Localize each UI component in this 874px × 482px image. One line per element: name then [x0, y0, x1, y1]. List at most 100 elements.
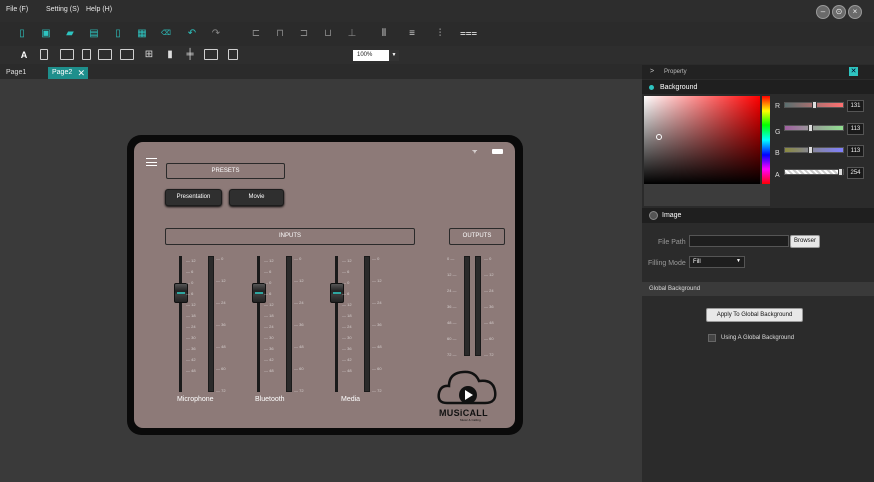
output-tick-label: 12 — [447, 272, 457, 277]
slider-g-value[interactable]: 113 [847, 123, 864, 135]
fader-tick-label: — 6 [186, 291, 194, 296]
slider-g-bar[interactable] [784, 125, 844, 131]
export-icon[interactable]: ▦ [136, 28, 148, 40]
meter-tick-label: — 0 [372, 256, 380, 261]
file-path-input[interactable] [689, 235, 789, 247]
device-icon[interactable]: ▯ [112, 28, 124, 40]
meter-tick-label: — 0 [216, 256, 224, 261]
tab-page1[interactable]: Page1 [2, 67, 30, 79]
color-cursor-icon[interactable] [656, 134, 662, 140]
fader-tick-label: — 24 [186, 324, 196, 329]
inputs-header: INPUTS [165, 228, 415, 245]
open-folder-icon[interactable]: ▰ [64, 28, 76, 40]
fader-tick-label: — 6 [264, 291, 272, 296]
align-bottom-icon[interactable]: ⊔ [322, 28, 334, 40]
slider-b-thumb[interactable] [808, 146, 814, 154]
fader-tick-label: — 42 [342, 357, 352, 362]
fader-tick-label: — 30 [264, 335, 274, 340]
battery-icon [492, 149, 503, 154]
fader-tick-label: — 6 [342, 269, 350, 274]
outputs-header: OUTPUTS [449, 228, 505, 245]
fader-tick-label: — 48 [342, 368, 352, 373]
slider-g-thumb[interactable] [808, 124, 814, 132]
filling-mode-select[interactable]: Fill ▼ [689, 256, 745, 268]
fader-tick-label: — 18 [342, 313, 352, 318]
text-tool-icon[interactable]: A [18, 49, 30, 61]
image-tool-icon[interactable] [82, 49, 91, 60]
preset-presentation-button[interactable]: Presentation [165, 189, 222, 206]
maximize-button[interactable]: ⊙ [832, 5, 846, 19]
slider-a-value[interactable]: 254 [847, 167, 864, 179]
menu-setting[interactable]: Setting (S) [46, 6, 79, 13]
input-tool-icon[interactable] [98, 49, 112, 60]
slider-a-label: A [775, 172, 780, 179]
menu-file[interactable]: File (F) [6, 6, 28, 13]
slider-r-value[interactable]: 131 [847, 100, 864, 112]
align-left-icon[interactable]: ⊏ [250, 28, 262, 40]
same-height-icon[interactable]: ⩶ [460, 28, 477, 40]
background-label: Background [660, 84, 698, 91]
new-file-icon[interactable]: ▯ [16, 28, 28, 40]
apply-global-background-button[interactable]: Apply To Global Background [706, 308, 803, 322]
preset-movie-button[interactable]: Movie [229, 189, 284, 206]
image-radio-icon[interactable] [649, 211, 658, 220]
color-picker-area[interactable] [644, 96, 760, 184]
using-global-background-checkbox[interactable] [708, 334, 716, 342]
meter-tick-label: — 48 [294, 344, 304, 349]
align-top-icon[interactable]: ⊓ [274, 28, 286, 40]
button-tool-icon[interactable] [60, 49, 74, 60]
meter-tick-label: — 24 [372, 300, 382, 305]
filling-mode-value: Fill [693, 259, 701, 265]
browser-button[interactable]: Browser [790, 235, 820, 248]
chevron-right-icon[interactable]: > [650, 68, 654, 75]
close-window-button[interactable]: × [848, 5, 862, 19]
background-section[interactable]: Background [642, 80, 874, 94]
fader-tool-icon[interactable]: ▮ [164, 49, 176, 61]
widget-toolbar: A ⊞ ▮ ╪ [0, 46, 874, 64]
background-radio-icon[interactable] [649, 85, 654, 90]
slider-a-thumb[interactable] [838, 168, 844, 176]
rect-tool-icon[interactable] [228, 49, 238, 60]
slider-b-value[interactable]: 113 [847, 145, 864, 157]
undo-icon[interactable]: ↶ [186, 28, 198, 40]
slider-r-label: R [775, 103, 781, 110]
output-tick-label: — 24 [484, 288, 494, 293]
close-tab-icon[interactable]: ✕ [77, 67, 85, 79]
combo-tool-icon[interactable] [120, 49, 134, 60]
slider-b-bar[interactable] [784, 147, 844, 153]
save-icon[interactable]: ▣ [40, 28, 52, 40]
same-width-icon[interactable]: ⫶ [434, 28, 446, 40]
device-screen[interactable]: ᯤ PRESETS Presentation Movie INPUTS OUTP… [134, 142, 515, 428]
zoom-select[interactable]: 100% ▼ [353, 50, 399, 61]
output-tick-label: — 72 [484, 352, 494, 357]
wifi-icon: ᯤ [472, 149, 478, 155]
eraser-icon[interactable]: ⌫ [160, 28, 172, 40]
image-section[interactable]: Image [642, 208, 874, 223]
menu-help[interactable]: Help (H) [86, 6, 112, 13]
distribute-vertical-icon[interactable]: ≡ [406, 28, 418, 40]
fader-tick-label: — 42 [186, 357, 196, 362]
fader-tick-label: — 6 [186, 269, 194, 274]
menu-icon[interactable] [146, 158, 157, 166]
fader-tick-label: — 18 [186, 313, 196, 318]
hue-slider[interactable] [762, 96, 770, 184]
grid-tool-icon[interactable]: ⊞ [143, 49, 155, 61]
slider-r-thumb[interactable] [812, 101, 818, 109]
label-tool-icon[interactable] [40, 49, 48, 60]
fader-tick-label: — 42 [264, 357, 274, 362]
output-tick-label: 24 — [447, 288, 457, 293]
slider-a-bar[interactable] [784, 169, 844, 175]
slider-tool-icon[interactable]: ╪ [184, 49, 196, 61]
align-right-icon[interactable]: ⊐ [298, 28, 310, 40]
tab-page2-label: Page2 [52, 69, 73, 76]
fader-tick-label: — 30 [186, 335, 196, 340]
meter-tool-icon[interactable] [204, 49, 218, 60]
chevron-down-icon: ▼ [736, 258, 741, 264]
page-icon[interactable]: ▤ [88, 28, 100, 40]
align-center-icon[interactable]: ⊥ [346, 28, 358, 40]
panel-close-icon[interactable]: ✕ [849, 67, 858, 76]
minimize-button[interactable]: – [816, 5, 830, 19]
distribute-horizontal-icon[interactable]: ⫴ [378, 28, 390, 40]
redo-icon[interactable]: ↷ [210, 28, 222, 40]
tab-page2[interactable]: Page2 ✕ [48, 67, 88, 79]
